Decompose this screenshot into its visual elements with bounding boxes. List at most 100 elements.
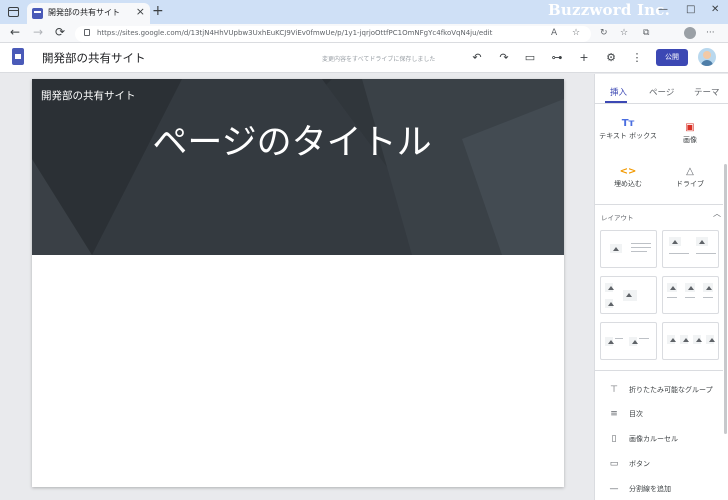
element-button[interactable]: ▭ ボタン [607,459,650,469]
sites-favicon-icon [32,8,43,19]
insert-label: ドライブ [676,180,704,188]
maximize-button[interactable]: □ [686,4,695,15]
text-line [696,253,716,254]
link-icon[interactable]: ⊶ [550,51,564,64]
insert-label: 画像 [683,136,697,144]
image-placeholder-icon [623,290,637,301]
url-text[interactable]: https://sites.google.com/d/13tjN4HhVUpbw… [97,29,492,37]
browser-menu-icon[interactable]: ··· [706,28,715,38]
drive-icon: △ [686,166,694,177]
save-status: 変更内容をすべてドライブに保存しました [322,56,436,63]
table-of-contents-icon: ≡ [610,409,618,419]
element-label: 目次 [629,410,643,418]
user-avatar[interactable] [698,48,716,66]
element-collapsible-group[interactable]: ⊤ 折りたたみ可能なグループ [607,385,713,395]
favorite-star-icon[interactable]: ☆ [572,28,580,38]
url-bar[interactable]: https://sites.google.com/d/13tjN4HhVUpbw… [75,26,591,42]
close-window-button[interactable]: ✕ [711,4,719,15]
section-divider [595,370,723,371]
undo-icon[interactable]: ↶ [470,51,484,64]
insert-panel: 挿入 ページ テーマ Tт テキスト ボックス ▣ 画像 <> 埋め込む △ ド… [594,74,728,500]
tab-insert[interactable]: 挿入 [610,86,627,98]
insert-drive[interactable]: △ ドライブ [659,166,721,189]
layout-option[interactable] [600,322,657,360]
text-line [631,251,647,252]
element-label: 画像カルーセル [629,435,678,443]
layout-option[interactable] [600,230,657,268]
new-tab-button[interactable]: + [152,3,164,19]
layout-heading: レイアウト [601,214,634,222]
layout-option[interactable] [662,276,719,314]
layout-option[interactable] [600,276,657,314]
back-button[interactable]: ← [10,25,20,39]
redo-icon[interactable]: ↷ [497,51,511,64]
layout-option[interactable] [662,230,719,268]
brand-watermark: Buzzword Inc. [548,1,671,19]
text-line [685,297,695,298]
image-placeholder-icon [667,283,677,292]
share-icon[interactable]: + [577,51,591,64]
text-line [639,338,649,339]
tab-themes[interactable]: テーマ [694,86,720,98]
tab-divider [595,103,728,104]
text-line [631,247,651,248]
text-box-icon: Tт [621,118,635,129]
element-table-of-contents[interactable]: ≡ 目次 [607,409,643,419]
preview-icon[interactable]: ▭ [523,51,537,64]
element-label: 折りたたみ可能なグループ [629,386,713,394]
read-aloud-icon[interactable]: A [551,28,557,38]
button-icon: ▭ [609,459,619,469]
header-banner[interactable]: 開発部の共有サイト ページのタイトル [32,79,564,255]
image-placeholder-icon [669,237,681,246]
insert-embed[interactable]: <> 埋め込む [597,166,659,189]
browser-tab[interactable]: 開発部の共有サイト × [27,3,150,24]
window-menu-icon[interactable] [8,7,19,17]
refresh-ext-icon[interactable]: ↻ [600,28,608,38]
insert-image[interactable]: ▣ 画像 [659,122,721,145]
image-placeholder-icon [706,335,715,344]
text-line [615,338,623,339]
sites-logo-icon[interactable] [12,48,24,65]
collapsible-group-icon: ⊤ [610,385,618,395]
tab-close-icon[interactable]: × [136,5,145,18]
more-icon[interactable]: ⋮ [630,51,644,64]
address-bar-row: ← → ⟳ https://sites.google.com/d/13tjN4H… [0,24,728,43]
insert-text-box[interactable]: Tт テキスト ボックス [597,118,659,141]
section-divider [595,204,723,205]
image-placeholder-icon [629,337,638,346]
element-divider[interactable]: — 分割線を追加 [607,484,672,494]
layout-option[interactable] [662,322,719,360]
sites-toolbar: 開発部の共有サイト 変更内容をすべてドライブに保存しました ↶ ↷ ▭ ⊶ + … [0,43,728,73]
insert-label: テキスト ボックス [599,132,657,140]
element-image-carousel[interactable]: ▯ 画像カルーセル [607,434,678,444]
tab-title: 開発部の共有サイト [48,8,120,17]
minimize-button[interactable]: — [658,4,668,15]
image-placeholder-icon [680,335,689,344]
collections-icon[interactable]: ⧉ [643,28,649,38]
tab-pages[interactable]: ページ [649,86,674,98]
text-line [667,297,677,298]
browser-profile-avatar[interactable] [684,27,696,39]
image-placeholder-icon [693,335,702,344]
lock-icon[interactable] [84,29,90,36]
image-placeholder-icon [685,283,695,292]
site-name[interactable]: 開発部の共有サイト [42,50,146,66]
element-label: ボタン [629,460,650,468]
collapse-layouts-icon[interactable]: ︿ [713,208,721,219]
divider-icon: — [609,484,619,494]
text-line [669,253,689,254]
page-title[interactable]: ページのタイトル [142,121,442,165]
carousel-icon: ▯ [611,434,617,444]
page-canvas[interactable]: 開発部の共有サイト ページのタイトル [32,79,564,487]
browser-titlebar: 開発部の共有サイト × + Buzzword Inc. — □ ✕ [0,0,728,24]
forward-button[interactable]: → [33,25,43,39]
image-placeholder-icon [610,244,622,253]
banner-site-name[interactable]: 開発部の共有サイト [41,88,136,103]
image-placeholder-icon [605,283,614,292]
panel-scrollbar[interactable] [724,164,727,434]
settings-icon[interactable]: ⚙ [604,51,618,64]
publish-button[interactable]: 公開 [656,49,688,66]
insert-label: 埋め込む [614,180,642,188]
favorites-icon[interactable]: ☆ [620,28,628,38]
reload-button[interactable]: ⟳ [55,25,65,39]
